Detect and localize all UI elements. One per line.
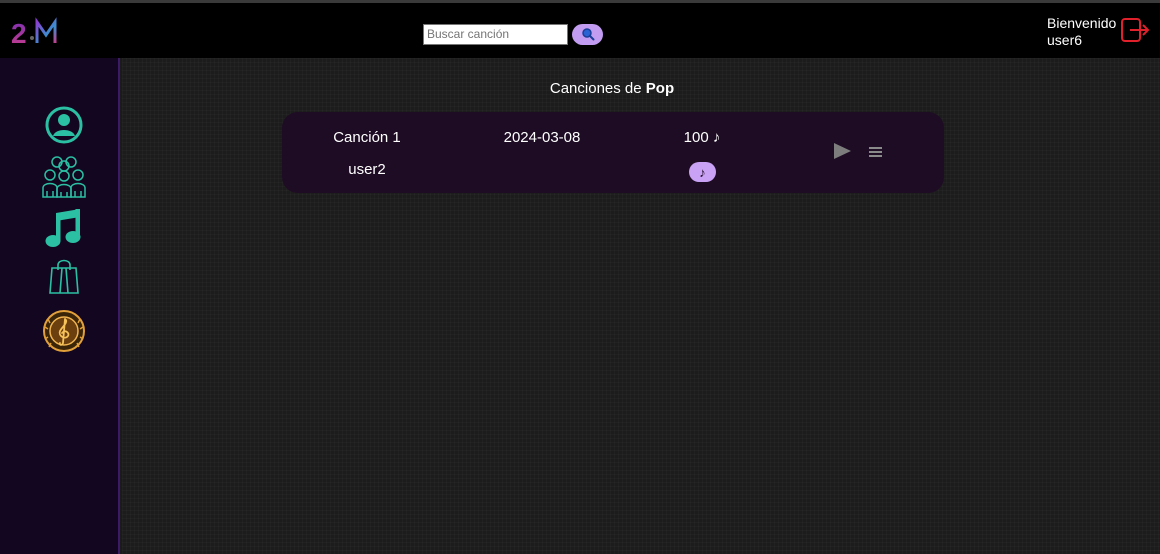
app-logo[interactable]: 2 <box>10 15 66 49</box>
username: user6 <box>1047 32 1083 48</box>
search-input[interactable] <box>423 23 568 45</box>
genre-name: Pop <box>645 80 675 97</box>
logout-icon[interactable] <box>1120 17 1150 43</box>
logo-icon: 2 <box>11 17 57 49</box>
song-card: Canción 1 user2 2024-03-08 100 ♪ ♪ <box>282 112 944 193</box>
song-date: 2024-03-08 <box>503 129 581 146</box>
sidebar-item-store[interactable] <box>39 254 89 300</box>
sidebar <box>0 58 120 554</box>
page-title: Canciones de Pop <box>122 80 1102 97</box>
sidebar-item-community[interactable] <box>39 154 89 200</box>
search-button[interactable] <box>572 23 603 45</box>
shopping-bag-icon <box>49 259 79 294</box>
search-bar <box>423 22 603 46</box>
welcome-text: Bienvenido user6 <box>1047 15 1116 49</box>
song-plays: 100 ♪ <box>683 129 721 146</box>
play-icon[interactable] <box>832 142 852 160</box>
sidebar-item-songs[interactable] <box>39 205 89 251</box>
search-icon <box>581 28 594 41</box>
menu-icon[interactable] <box>869 145 882 157</box>
song-artist[interactable]: user2 <box>312 161 422 178</box>
svg-text:2: 2 <box>11 18 27 49</box>
song-name[interactable]: Canción 1 <box>312 129 422 146</box>
group-icon <box>42 156 86 198</box>
treble-clef-medal-icon <box>43 310 85 352</box>
song-note-button[interactable]: ♪ <box>689 162 716 182</box>
title-prefix: Canciones de <box>549 80 642 97</box>
welcome-label: Bienvenido <box>1047 15 1117 31</box>
music-note-icon <box>45 209 81 247</box>
user-icon <box>45 106 83 144</box>
top-bar: 2 Bienvenido user6 <box>0 0 1160 58</box>
sidebar-item-premium[interactable] <box>39 308 89 354</box>
main-content: Canciones de Pop Canción 1 user2 2024-03… <box>122 58 1160 554</box>
sidebar-item-profile[interactable] <box>39 102 89 148</box>
